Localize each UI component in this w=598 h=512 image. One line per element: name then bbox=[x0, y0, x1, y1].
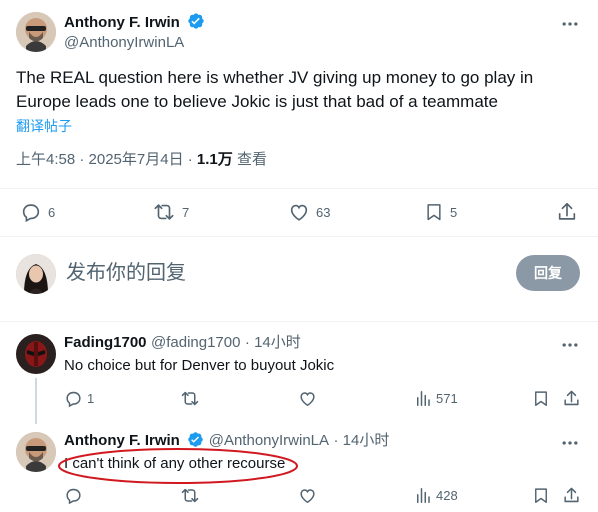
reply-author-avatar[interactable] bbox=[16, 432, 56, 472]
reply-icon bbox=[20, 201, 42, 223]
like-button[interactable]: 63 bbox=[288, 201, 330, 223]
share-button[interactable] bbox=[562, 486, 581, 505]
reply-author-avatar[interactable] bbox=[16, 334, 56, 374]
bookmark-icon bbox=[424, 201, 444, 223]
retweet-icon bbox=[152, 201, 176, 223]
reply-button[interactable]: 1 bbox=[64, 389, 94, 408]
retweet-button[interactable]: 7 bbox=[152, 201, 189, 223]
views-button[interactable]: 428 bbox=[414, 486, 458, 505]
like-icon bbox=[298, 389, 317, 408]
bookmark-count: 5 bbox=[450, 204, 458, 220]
views-icon bbox=[414, 389, 432, 408]
like-button[interactable] bbox=[298, 389, 317, 408]
author-handle[interactable]: @AnthonyIrwinLA bbox=[64, 33, 184, 53]
more-icon[interactable] bbox=[560, 14, 580, 34]
reply-author-handle[interactable]: @fading1700 bbox=[151, 334, 240, 351]
tweet-timestamp[interactable]: 上午4:58 · 2025年7月4日 · bbox=[16, 151, 193, 168]
bookmark-button[interactable]: 5 bbox=[424, 201, 457, 223]
like-count: 63 bbox=[316, 204, 331, 220]
share-button[interactable] bbox=[556, 201, 578, 223]
reply-timestamp[interactable]: · 14小时 bbox=[333, 432, 389, 449]
tweet-text: The REAL question here is whether JV giv… bbox=[16, 68, 534, 111]
divider bbox=[0, 236, 598, 237]
retweet-button[interactable] bbox=[180, 389, 200, 408]
views-button[interactable]: 571 bbox=[414, 389, 458, 408]
divider bbox=[0, 321, 598, 322]
more-icon[interactable] bbox=[560, 433, 580, 453]
bookmark-icon bbox=[532, 389, 550, 408]
views-count: 1.1万 bbox=[196, 151, 233, 168]
share-button[interactable] bbox=[562, 389, 581, 408]
retweet-button[interactable] bbox=[180, 486, 200, 505]
annotation-ellipse bbox=[56, 446, 300, 486]
views-label: 查看 bbox=[236, 151, 267, 168]
current-user-avatar[interactable] bbox=[16, 254, 56, 294]
bookmark-button[interactable] bbox=[532, 486, 550, 505]
verified-badge-icon bbox=[187, 12, 205, 36]
like-button[interactable] bbox=[298, 486, 317, 505]
share-icon bbox=[556, 201, 578, 223]
reply-timestamp[interactable]: · 14小时 bbox=[245, 334, 301, 351]
share-icon bbox=[562, 486, 581, 505]
reply-author-name[interactable]: Fading1700 bbox=[64, 334, 147, 351]
reply-button[interactable]: 6 bbox=[20, 201, 55, 223]
reply-count: 6 bbox=[48, 204, 56, 220]
author-name[interactable]: Anthony F. Irwin bbox=[64, 14, 180, 31]
reply-button[interactable] bbox=[64, 486, 83, 505]
translate-link[interactable]: 翻译帖子 bbox=[16, 116, 72, 136]
like-icon bbox=[288, 201, 310, 223]
more-icon[interactable] bbox=[560, 335, 580, 355]
reply-count: 1 bbox=[87, 391, 95, 406]
reply-submit-button[interactable]: 回复 bbox=[516, 255, 580, 291]
divider bbox=[0, 188, 598, 189]
retweet-icon bbox=[180, 389, 200, 408]
reply-composer-input[interactable]: 发布你的回复 bbox=[66, 261, 186, 285]
views-icon bbox=[414, 486, 432, 505]
retweet-count: 7 bbox=[182, 204, 190, 220]
like-icon bbox=[298, 486, 317, 505]
reply-text: No choice but for Denver to buyout Jokic bbox=[64, 357, 335, 374]
bookmark-icon bbox=[532, 486, 550, 505]
reply-icon bbox=[64, 486, 83, 505]
author-avatar[interactable] bbox=[16, 12, 56, 52]
views-count: 428 bbox=[436, 488, 458, 503]
views-count: 571 bbox=[436, 391, 458, 406]
bookmark-button[interactable] bbox=[532, 389, 550, 408]
retweet-icon bbox=[180, 486, 200, 505]
thread-line bbox=[35, 378, 37, 424]
reply-icon bbox=[64, 389, 83, 408]
share-icon bbox=[562, 389, 581, 408]
